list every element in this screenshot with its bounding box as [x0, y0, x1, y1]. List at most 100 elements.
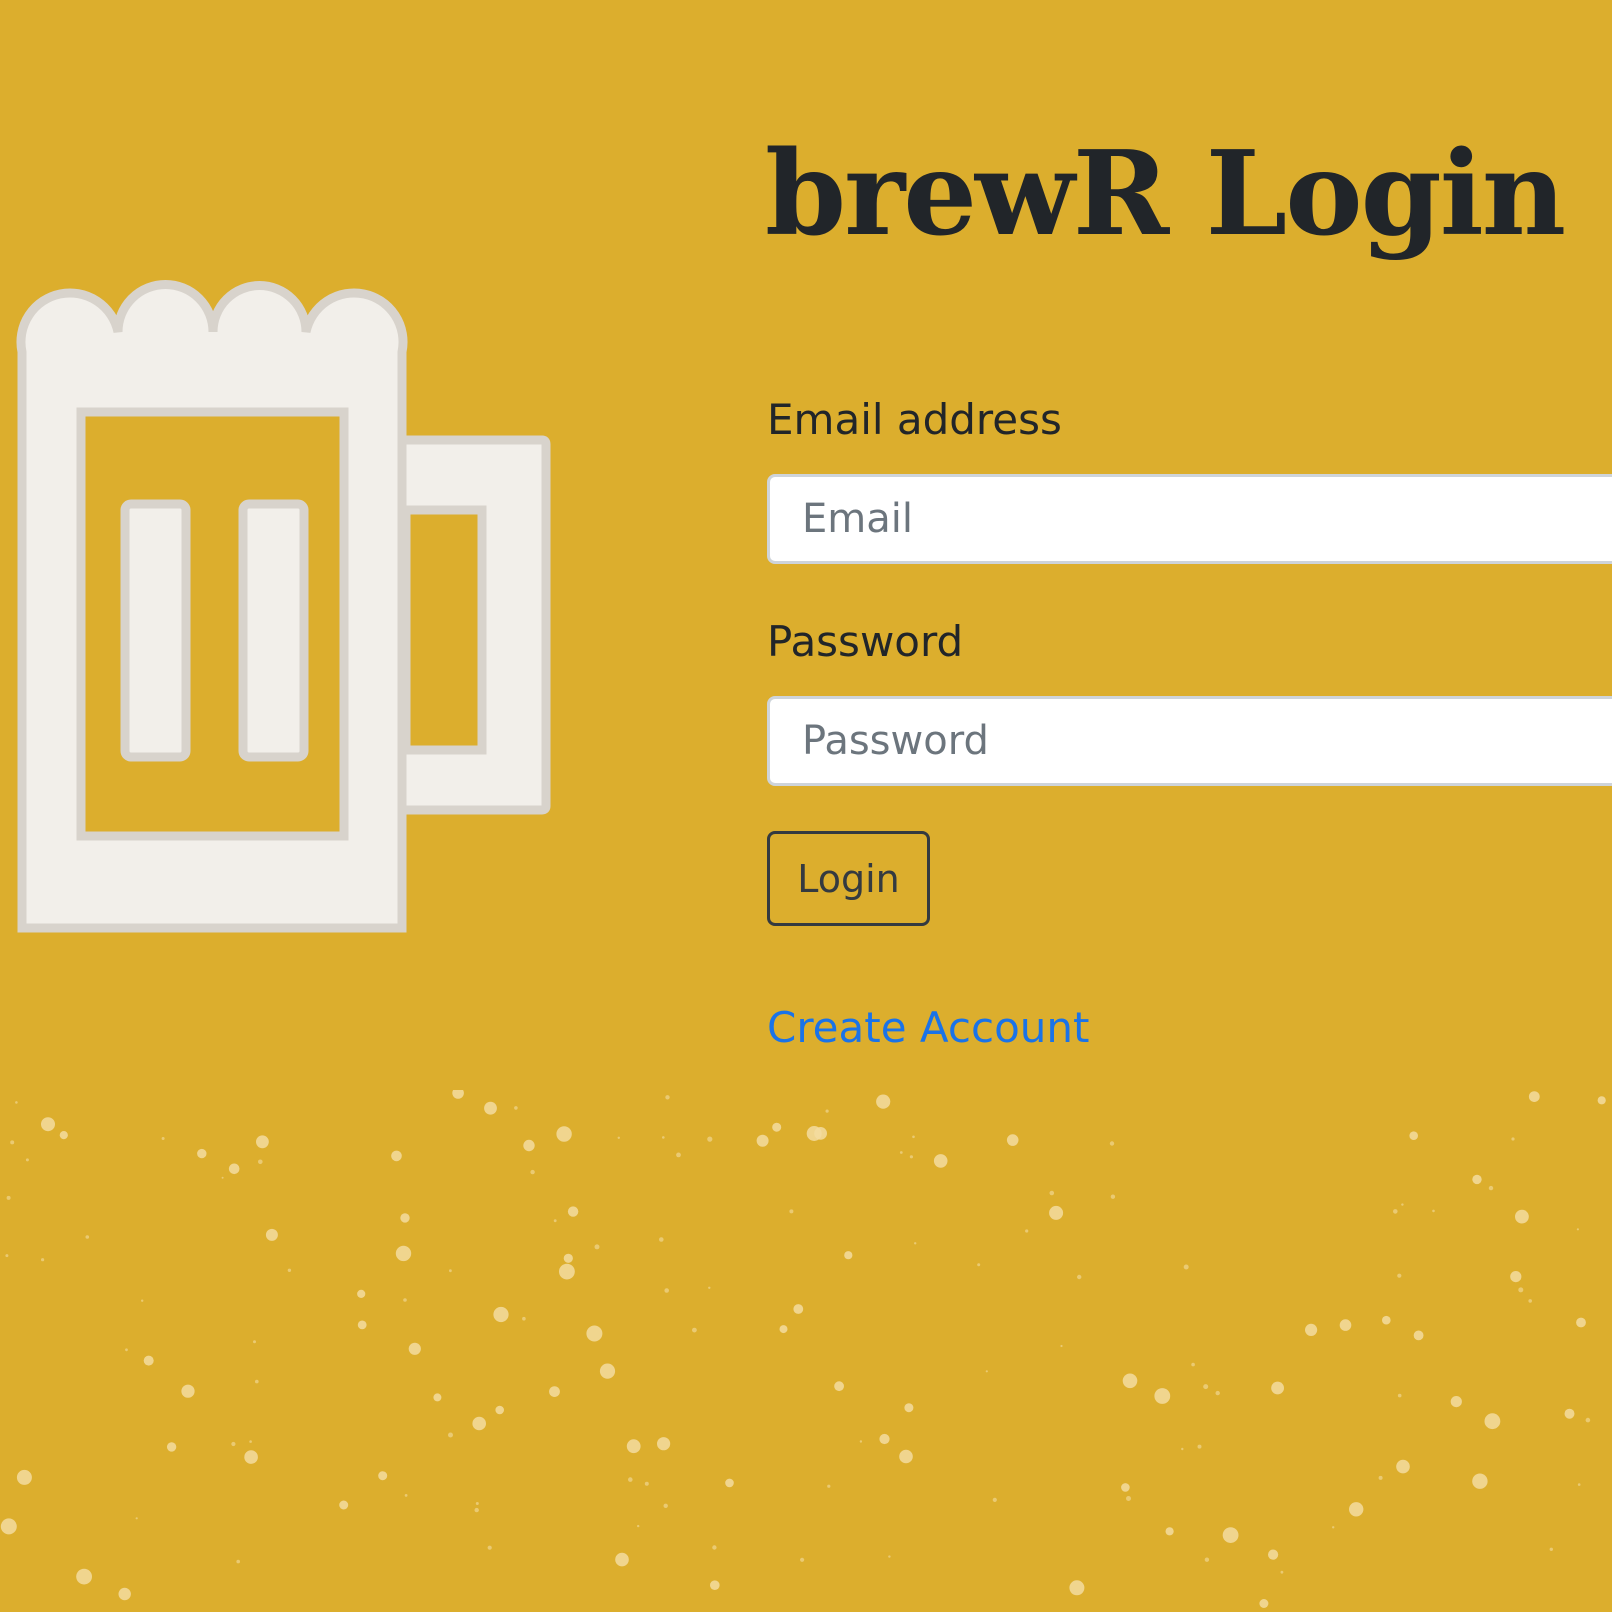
bubble: [1397, 1393, 1402, 1398]
bubble: [197, 1148, 207, 1159]
bubble: [1472, 1174, 1482, 1185]
bubble: [530, 1169, 535, 1175]
bubble: [166, 1442, 177, 1452]
bubble: [615, 1552, 629, 1567]
bubble: [1215, 1390, 1220, 1396]
bubble: [1518, 1287, 1524, 1293]
bubble: [6, 1195, 11, 1200]
bubble: [10, 1140, 15, 1145]
bubble: [1378, 1475, 1383, 1480]
bubble: [659, 1237, 664, 1242]
bubble: [756, 1134, 769, 1147]
bubble: [391, 1150, 402, 1162]
bubble: [899, 1449, 913, 1464]
bubble: [628, 1477, 633, 1482]
bubble: [1528, 1299, 1532, 1303]
create-account-link[interactable]: Create Account: [767, 1003, 1090, 1052]
bubble: [1165, 1527, 1174, 1536]
bubble: [617, 1136, 620, 1139]
bubble: [1049, 1205, 1064, 1220]
bubble: [287, 1268, 292, 1272]
bubble: [472, 1416, 487, 1431]
bubble: [644, 1481, 649, 1486]
bubble: [5, 1254, 9, 1258]
bubble: [876, 1094, 891, 1109]
bubble: [977, 1263, 981, 1267]
bubble: [85, 1235, 90, 1239]
bubble: [712, 1545, 717, 1550]
bubble: [1181, 1447, 1184, 1451]
bubble: [1397, 1273, 1402, 1278]
bubble: [1006, 1134, 1019, 1146]
email-input[interactable]: [767, 474, 1612, 564]
bubble: [1122, 1373, 1138, 1389]
bubble: [1510, 1271, 1522, 1283]
bubble: [1585, 1417, 1591, 1423]
bubble: [1528, 1091, 1540, 1102]
bubble: [789, 1209, 794, 1214]
bubble: [253, 1340, 256, 1344]
bubble: [1382, 1315, 1391, 1325]
bubble: [692, 1327, 697, 1333]
bubble: [662, 1136, 665, 1139]
bubble: [378, 1471, 388, 1481]
bubble: [433, 1393, 442, 1402]
bubble: [1577, 1483, 1581, 1486]
bubble: [395, 1245, 412, 1262]
password-label: Password: [767, 617, 964, 666]
bubble: [41, 1117, 55, 1132]
bubble: [404, 1494, 408, 1497]
bubble: [904, 1403, 914, 1413]
bubble: [825, 1109, 829, 1113]
bubble: [514, 1106, 518, 1110]
bubble: [912, 1135, 915, 1139]
bubble: [663, 1503, 668, 1508]
bubble: [1025, 1229, 1029, 1233]
bubble: [1268, 1549, 1279, 1560]
bubble: [1222, 1527, 1239, 1543]
bubble: [256, 1135, 269, 1149]
bubble: [1401, 1203, 1404, 1206]
bubble: [0, 1518, 17, 1535]
bubble: [1576, 1228, 1579, 1231]
bubble: [452, 1090, 464, 1099]
bubble: [594, 1244, 600, 1250]
bubble: [258, 1159, 263, 1165]
bubble: [1110, 1194, 1116, 1199]
bubble: [992, 1497, 997, 1502]
bubble: [16, 1469, 32, 1485]
bubble: [357, 1320, 367, 1330]
bubble: [1271, 1381, 1284, 1395]
bubble: [249, 1440, 252, 1443]
bubble: [725, 1478, 734, 1488]
login-button[interactable]: Login: [767, 831, 930, 926]
bubble: [586, 1325, 603, 1342]
bubble: [1197, 1444, 1202, 1449]
bubble: [626, 1439, 641, 1454]
bubble: [1049, 1190, 1055, 1196]
bubble: [563, 1253, 573, 1263]
login-page: brewR Login Email address Password Login…: [0, 0, 1612, 1612]
bubble: [707, 1136, 713, 1142]
bubble: [909, 1155, 914, 1159]
bubble: [933, 1154, 948, 1168]
bubble: [161, 1137, 165, 1140]
bubble: [665, 1095, 670, 1100]
bubble: [487, 1545, 492, 1550]
bubble: [228, 1163, 240, 1175]
bubble: [408, 1342, 421, 1355]
bubble: [135, 1517, 138, 1520]
bubble: [708, 1286, 711, 1289]
password-input[interactable]: [767, 696, 1612, 786]
bubble: [523, 1139, 535, 1152]
bubble: [15, 1101, 18, 1104]
bubble: [254, 1379, 259, 1384]
page-title: brewR Login: [765, 126, 1566, 262]
bubble: [710, 1580, 720, 1590]
bubble: [1396, 1459, 1410, 1474]
bubble: [493, 1306, 509, 1323]
bubble: [265, 1228, 278, 1241]
bubble: [1280, 1570, 1284, 1574]
bubble: [181, 1384, 195, 1398]
bubble: [834, 1381, 844, 1392]
